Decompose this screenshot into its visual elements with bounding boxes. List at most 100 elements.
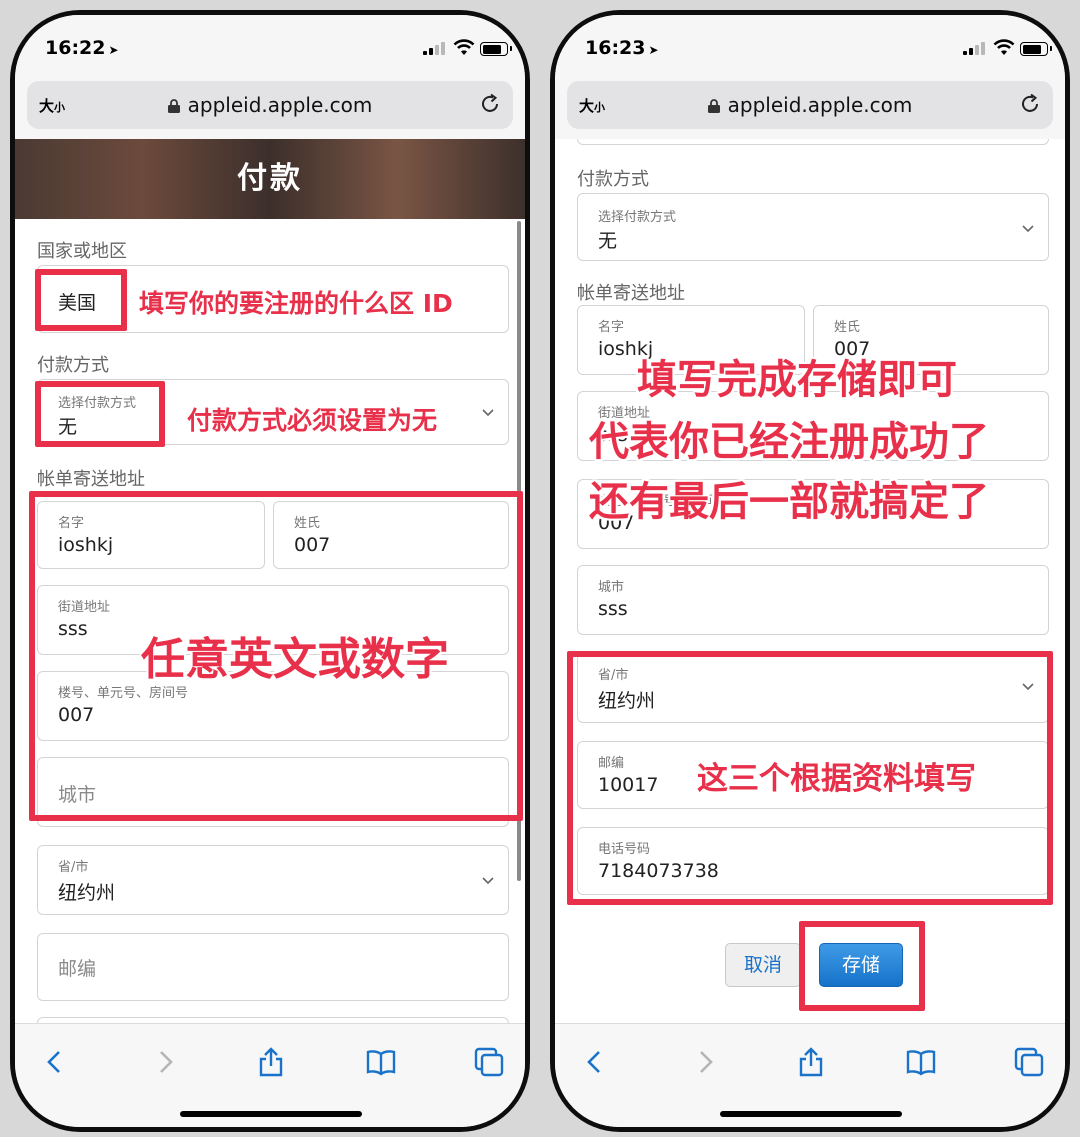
street-label: 街道地址 [58,600,111,615]
building-value: 007 [58,704,95,726]
address-bar-area: 大小 appleid.apple.com [15,81,525,139]
province-select[interactable]: 省/市 纽约州 [37,845,509,915]
scrollbar[interactable] [517,221,521,881]
zip-placeholder: 邮编 [58,958,97,980]
country-select-partial[interactable] [577,139,1049,145]
cancel-button[interactable]: 取消 [725,943,801,987]
signal-icon [423,41,445,55]
url-display[interactable]: appleid.apple.com [567,93,1053,117]
payment-method-label: 选择付款方式 [598,210,677,225]
back-icon[interactable] [39,1046,71,1078]
status-bar: 16:22 ➤ [15,15,525,81]
last-name-value: 007 [294,534,331,556]
back-icon[interactable] [579,1046,611,1078]
annotation-line-1: 填写完成存储即可 [637,357,957,403]
wifi-icon [453,39,475,55]
url-text: appleid.apple.com [727,93,913,117]
last-name-field[interactable]: 姓氏 007 [273,501,509,569]
forward-icon[interactable] [149,1046,181,1078]
payment-section-label: 付款方式 [37,355,109,376]
payment-section-label: 付款方式 [577,169,649,190]
tabs-icon[interactable] [1013,1046,1045,1078]
annotation-line-3: 还有最后一部就搞定了 [589,479,989,525]
url-display[interactable]: appleid.apple.com [27,93,513,117]
reload-icon[interactable] [479,93,501,115]
url-text: appleid.apple.com [187,93,373,117]
status-bar: 16:23 ➤ [555,15,1065,81]
billing-section-label: 帐单寄送地址 [37,469,145,490]
annotation-payment: 付款方式必须设置为无 [187,406,438,435]
page-content: 付款 国家或地区 美国 付款方式 选择付款方式 无 帐单寄送地址 名字 iosh… [15,139,525,1023]
country-value: 美国 [58,292,97,314]
share-icon[interactable] [255,1046,287,1078]
payment-method-select[interactable]: 选择付款方式 无 [577,193,1049,261]
battery-icon [1020,42,1052,56]
first-name-label: 名字 [58,516,85,531]
province-label: 省/市 [598,668,629,683]
province-value: 纽约州 [58,882,116,904]
address-bar[interactable]: 大小 appleid.apple.com [27,81,513,129]
first-name-value: ioshkj [58,534,114,556]
city-value: sss [598,598,628,620]
payment-method-value: 无 [58,416,78,438]
location-arrow-icon: ➤ [648,43,659,57]
phone-label: 电话号码 [598,842,651,857]
status-time: 16:22 ➤ [45,37,119,59]
payment-method-value: 无 [598,230,618,252]
zip-label: 邮编 [598,756,625,771]
browser-toolbar [555,1023,1065,1127]
annotation-three-fields: 这三个根据资料填写 [697,761,976,797]
wifi-icon [993,39,1015,55]
first-name-field[interactable]: 名字 ioshkj [37,501,265,569]
city-field[interactable]: 城市 sss [577,565,1049,635]
annotation-country: 填写你的要注册的什么区 ID [139,289,453,318]
street-value: sss [58,618,88,640]
status-time: 16:23 ➤ [585,37,659,59]
payment-method-label: 选择付款方式 [58,396,137,411]
bookmarks-icon[interactable] [365,1046,397,1078]
signal-icon [963,41,985,55]
city-placeholder: 城市 [58,784,97,806]
zip-field[interactable]: 邮编 [37,933,509,1001]
screen-left: 16:22 ➤ 大小 appleid.apple.com 付款 国家或地区 美国 … [15,15,525,1127]
first-name-label: 名字 [598,320,625,335]
last-name-label: 姓氏 [294,516,321,531]
chevron-down-icon [482,409,494,417]
time-text: 16:22 [45,37,106,59]
forward-icon[interactable] [689,1046,721,1078]
last-name-label: 姓氏 [834,320,861,335]
home-indicator[interactable] [720,1111,902,1117]
billing-section-label: 帐单寄送地址 [577,283,685,304]
share-icon[interactable] [795,1046,827,1078]
browser-toolbar [15,1023,525,1127]
annotation-line-2: 代表你已经注册成功了 [589,419,989,465]
lock-icon [167,99,180,113]
address-bar-area: 大小 appleid.apple.com [555,81,1065,139]
chevron-down-icon [482,877,494,885]
location-arrow-icon: ➤ [108,43,119,57]
annotation-address: 任意英文或数字 [141,634,449,685]
zip-value: 10017 [598,774,659,796]
phone-field[interactable]: 电话号码 7184073738 [577,827,1049,895]
reload-icon[interactable] [1019,93,1041,115]
phone-right: 16:23 ➤ 大小 appleid.apple.com 付款方式 选择付款方式 … [550,10,1070,1132]
city-field[interactable]: 城市 [37,757,509,827]
page-content: 付款方式 选择付款方式 无 帐单寄送地址 名字 ioshkj 姓氏 007 街道… [555,139,1065,1023]
chevron-down-icon [1022,225,1034,233]
phone-left: 16:22 ➤ 大小 appleid.apple.com 付款 国家或地区 美国 … [10,10,530,1132]
country-section-label: 国家或地区 [37,241,127,262]
screen-right: 16:23 ➤ 大小 appleid.apple.com 付款方式 选择付款方式 … [555,15,1065,1127]
phone-value: 7184073738 [598,860,719,882]
battery-icon [480,42,512,56]
save-button[interactable]: 存储 [819,943,903,987]
city-label: 城市 [598,580,625,595]
bookmarks-icon[interactable] [905,1046,937,1078]
page-title: 付款 [15,139,525,219]
lock-icon [707,99,720,113]
province-value: 纽约州 [598,690,656,712]
tabs-icon[interactable] [473,1046,505,1078]
province-select[interactable]: 省/市 纽约州 [577,653,1049,723]
home-indicator[interactable] [180,1111,362,1117]
address-bar[interactable]: 大小 appleid.apple.com [567,81,1053,129]
chevron-down-icon [1022,683,1034,691]
